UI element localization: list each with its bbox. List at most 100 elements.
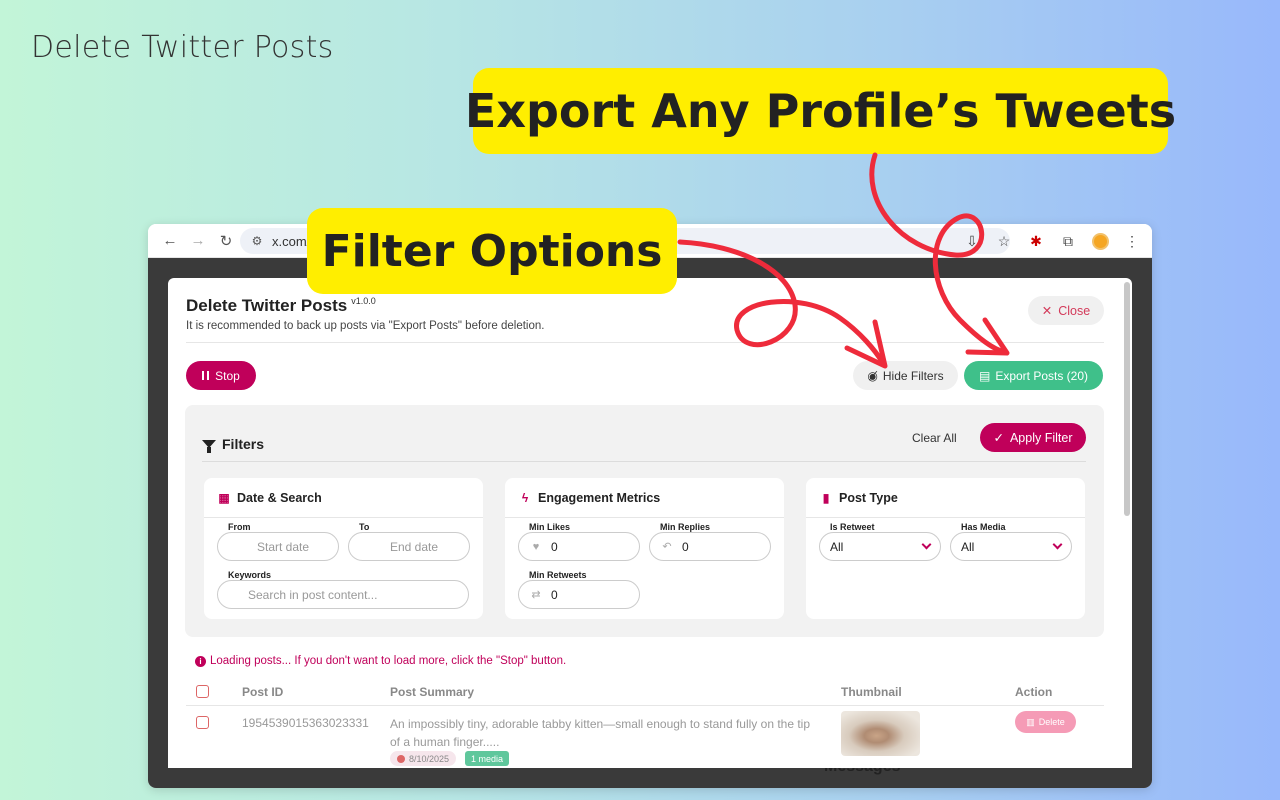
eye-off-icon: ◉̸ [867, 368, 878, 383]
chevron-down-icon [921, 539, 932, 550]
clear-all-button[interactable]: Clear All [912, 431, 957, 445]
row-checkbox[interactable] [196, 716, 209, 729]
retweet-icon: ⇄ [531, 589, 541, 601]
from-placeholder: Start date [256, 539, 310, 554]
to-field: End date To [348, 522, 470, 561]
stop-label: Stop [215, 368, 240, 383]
modal-subtitle: It is recommended to back up posts via "… [186, 320, 545, 332]
post-summary-cell: An impossibly tiny, adorable tabby kitte… [390, 717, 811, 749]
date-text: 8/10/2025 [409, 753, 450, 764]
modal-header: Delete Twitter Posts v1.0.0 It is recomme… [186, 296, 1104, 343]
back-icon[interactable]: ← [156, 227, 184, 255]
extension-icon[interactable]: ✱ [1022, 227, 1050, 255]
hide-filters-label: Hide Filters [882, 368, 944, 383]
reload-icon[interactable]: ↻ [212, 227, 240, 255]
min-likes-input[interactable]: ♥ 0 [518, 532, 640, 561]
from-field: Start date From [217, 522, 339, 561]
file-export-icon: ▤ [978, 368, 991, 383]
min-replies-label: Min Replies [659, 522, 712, 532]
post-type-card: ▮ Post Type All Is Retweet All Has Media [806, 478, 1085, 619]
engagement-card: ϟ Engagement Metrics ♥ 0 Min Likes ↶ 0 M… [505, 478, 784, 619]
chevron-down-icon [1052, 539, 1063, 550]
modal-title-text: Delete Twitter Posts [186, 296, 348, 315]
export-callout: Export Any Profile’s Tweets [465, 68, 1176, 154]
engagement-title: Engagement Metrics [538, 490, 661, 505]
puzzle-icon[interactable]: ⧉ [1054, 227, 1082, 255]
select-all-checkbox[interactable] [196, 685, 209, 698]
from-label: From [227, 522, 252, 532]
url-text: x.com/ [272, 233, 311, 249]
export-posts-button[interactable]: ▤ Export Posts (20) [964, 361, 1103, 390]
min-retweets-value: 0 [551, 587, 558, 602]
info-icon: i [195, 655, 206, 667]
bookmark-star-icon[interactable]: ☆ [990, 227, 1018, 255]
keywords-input[interactable]: Search in post content... [217, 580, 469, 609]
engagement-header: ϟ Engagement Metrics [505, 478, 784, 518]
apply-filter-label: Apply Filter [1009, 430, 1073, 445]
web-page: Messages Delete Twitter Postsv1.0.0 It i… [148, 258, 1152, 788]
modal-scrollbar[interactable] [1124, 282, 1130, 516]
date-search-title: Date & Search [237, 490, 322, 505]
is-retweet-select[interactable]: All [819, 532, 941, 561]
min-likes-value: 0 [551, 539, 558, 554]
keywords-field: Search in post content... Keywords [217, 570, 469, 609]
loading-message: i Loading posts... If you don't want to … [195, 655, 566, 667]
to-label: To [358, 522, 371, 532]
loading-text: Loading posts... If you don't want to lo… [210, 655, 567, 667]
apply-filter-button[interactable]: ✓ Apply Filter [980, 423, 1086, 452]
has-media-select[interactable]: All [950, 532, 1072, 561]
calendar-icon: ▦ [218, 490, 230, 505]
close-label: Close [1058, 303, 1091, 318]
post-thumbnail[interactable] [841, 711, 920, 756]
close-button[interactable]: ✕ Close [1028, 296, 1104, 325]
date-badge: 8/10/2025 [390, 751, 457, 766]
funnel-icon [202, 440, 216, 453]
hide-filters-button[interactable]: ◉̸ Hide Filters [853, 361, 958, 390]
has-media-value: All [961, 539, 975, 554]
header-thumbnail: Thumbnail [841, 685, 902, 699]
min-retweets-field: ⇄ 0 Min Retweets [518, 570, 640, 609]
install-app-icon[interactable]: ⇩ [958, 227, 986, 255]
min-replies-input[interactable]: ↶ 0 [649, 532, 771, 561]
header-post-summary: Post Summary [390, 685, 475, 699]
date-search-card: ▦ Date & Search Start date From End date [204, 478, 483, 619]
profile-avatar-icon[interactable] [1086, 227, 1114, 255]
stop-button[interactable]: Stop [186, 361, 256, 390]
post-id-cell: 1954539015363023331 [242, 716, 369, 730]
document-icon: ▮ [822, 490, 830, 505]
to-date-input[interactable]: End date [348, 532, 470, 561]
menu-kebab-icon[interactable]: ⋮ [1118, 227, 1146, 255]
post-type-title: Post Type [839, 490, 898, 505]
min-replies-value: 0 [682, 539, 689, 554]
forward-icon[interactable]: → [184, 227, 212, 255]
is-retweet-field: All Is Retweet [819, 522, 941, 561]
to-placeholder: End date [389, 539, 439, 554]
is-retweet-value: All [830, 539, 844, 554]
filters-heading: Filters [202, 436, 264, 453]
is-retweet-label: Is Retweet [829, 522, 876, 532]
modal-title: Delete Twitter Posts v1.0.0 [186, 296, 1104, 316]
delete-button[interactable]: ▥ Delete [1015, 711, 1076, 733]
page-heading: Delete Twitter Posts [31, 30, 334, 65]
lightning-icon: ϟ [521, 490, 529, 505]
close-icon: ✕ [1041, 304, 1053, 318]
filter-callout: Filter Options [307, 208, 677, 294]
header-action: Action [1015, 685, 1053, 699]
has-media-label: Has Media [960, 522, 1007, 532]
from-date-input[interactable]: Start date [217, 532, 339, 561]
site-settings-icon[interactable]: ⚙ [248, 232, 266, 250]
export-posts-label: Export Posts (20) [995, 368, 1089, 383]
header-post-id: Post ID [242, 685, 284, 699]
filters-panel: Filters Clear All ✓ Apply Filter ▦ Date … [185, 405, 1104, 637]
trash-icon: ▥ [1026, 716, 1035, 727]
min-replies-field: ↶ 0 Min Replies [649, 522, 771, 561]
min-retweets-input[interactable]: ⇄ 0 [518, 580, 640, 609]
media-badge: 1 media [465, 751, 510, 766]
table-header-divider [186, 705, 1104, 706]
clock-icon [397, 754, 405, 763]
post-type-header: ▮ Post Type [806, 478, 1085, 518]
pause-icon [202, 371, 210, 380]
min-retweets-label: Min Retweets [528, 570, 588, 580]
version-badge: v1.0.0 [351, 296, 376, 307]
delete-label: Delete [1038, 717, 1065, 727]
